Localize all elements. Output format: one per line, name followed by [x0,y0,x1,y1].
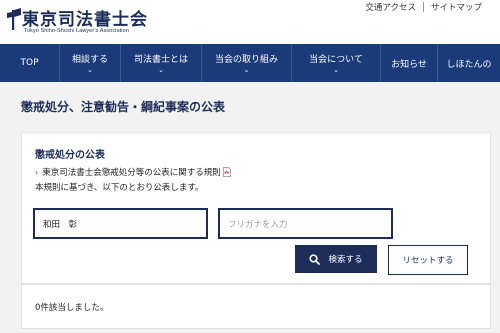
chevron-down-icon: ⌄ [243,66,250,74]
result-box: 0件該当しました。 [21,285,491,329]
divider [422,2,424,12]
rule-link[interactable]: › 東京司法書士会懲戒処分等の公表に関する規則 [35,166,231,178]
result-count: 0件該当しました。 [35,303,109,313]
nav-label: TOP [20,58,39,68]
sitemap-link[interactable]: サイトマップ [431,1,482,13]
site-logo[interactable]: 東京司法書士会 Tokyo Shiho-Shoshi Lawyer's Asso… [6,5,156,39]
main-nav: TOP 相談する ⌄ 司法書士とは ⌄ 当会の取り組み ⌄ 当会について ⌄ お… [0,44,500,82]
logo-subtitle: Tokyo Shiho-Shoshi Lawyer's Association [24,28,129,34]
nav-item-about-shiho[interactable]: 司法書士とは ⌄ [121,44,202,82]
search-button[interactable]: 検索する [295,245,377,273]
page-title: 懲戒処分、注意勧告・綱紀事案の公表 [21,100,226,114]
chevron-down-icon: ⌄ [87,66,93,74]
search-button-label: 検索する [328,255,363,265]
nav-item-news[interactable]: お知らせ [381,44,438,82]
flag-icon [7,8,21,30]
furigana-input[interactable]: フリガナを入力 [218,208,393,239]
reset-button[interactable]: リセットする [388,245,468,275]
reset-button-label: リセットする [402,256,454,266]
logo-title: 東京司法書士会 [22,10,148,30]
utility-links: 交通アクセス サイトマップ [365,0,482,14]
rule-link-label: 東京司法書士会懲戒処分等の公表に関する規則 [42,168,221,178]
nav-item-top[interactable]: TOP [0,44,60,82]
nav-label: 当会の取り組み [214,55,278,65]
chevron-down-icon: ⌄ [333,66,339,74]
search-icon [309,253,321,265]
site-header: 東京司法書士会 Tokyo Shiho-Shoshi Lawyer's Asso… [0,0,500,44]
description: 本規則に基づき、以下のとおり公表します。 [35,183,204,193]
furigana-placeholder: フリガナを入力 [228,219,288,230]
nav-label: 相談する [71,55,108,65]
name-input-value: 和田 彰 [43,219,78,230]
nav-label: お知らせ [391,59,427,70]
nav-label: しほたんの [446,59,492,70]
access-link[interactable]: 交通アクセス [365,1,416,13]
nav-label: 当会について [309,55,363,65]
nav-label: 司法書士とは [133,55,188,65]
name-input[interactable]: 和田 彰 [33,208,208,239]
nav-item-shihotan[interactable]: しほたんの [438,44,500,82]
nav-item-about-us[interactable]: 当会について ⌄ [292,44,381,82]
chevron-down-icon: ⌄ [158,66,164,74]
pdf-icon [222,167,231,177]
chevron-right-icon: › [35,167,39,177]
nav-item-consult[interactable]: 相談する ⌄ [60,44,121,82]
nav-item-initiatives[interactable]: 当会の取り組み ⌄ [202,44,292,82]
search-card: 懲戒処分の公表 › 東京司法書士会懲戒処分等の公表に関する規則 本規則に基づき、… [21,132,491,284]
section-title: 懲戒処分の公表 [35,150,105,161]
